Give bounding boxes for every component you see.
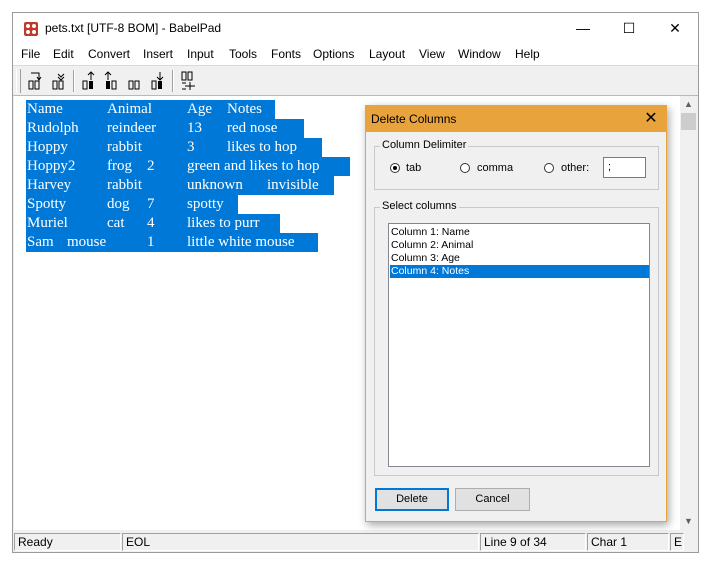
text-line: Muriel cat 4 likes to purr xyxy=(26,214,280,233)
comma-radio-label[interactable]: comma xyxy=(477,162,513,174)
maximize-button[interactable]: ☐ xyxy=(606,13,652,43)
menu-fonts[interactable]: Fonts xyxy=(271,47,301,61)
column-delimiter-label: Column Delimiter xyxy=(380,139,469,151)
toolbar-separator xyxy=(73,70,75,92)
list-item[interactable]: Column 1: Name xyxy=(390,226,649,239)
toolbar-grip[interactable] xyxy=(16,69,21,93)
babelpad-app-icon xyxy=(24,22,38,36)
menu-file[interactable]: File xyxy=(21,47,40,61)
select-columns-label: Select columns xyxy=(380,200,459,212)
add-columns-icon[interactable] xyxy=(177,69,199,93)
menu-convert[interactable]: Convert xyxy=(88,47,130,61)
move-column-top-icon[interactable] xyxy=(101,69,123,93)
menu-input[interactable]: Input xyxy=(187,47,214,61)
scroll-thumb[interactable] xyxy=(681,113,696,130)
text-line: Hoppy rabbit 3 likes to hop xyxy=(26,138,322,157)
insert-column-before-icon[interactable] xyxy=(24,69,46,93)
toolbar xyxy=(13,65,698,96)
list-item[interactable]: Column 2: Animal xyxy=(390,239,649,252)
dialog-title-bar: Delete Columns ✕ xyxy=(366,106,666,132)
menu-help[interactable]: Help xyxy=(515,47,540,61)
scroll-up-icon[interactable]: ▲ xyxy=(680,96,697,113)
text-line: Sam mouse 1 little white mouse xyxy=(26,233,318,252)
close-button[interactable]: ✕ xyxy=(652,13,698,43)
dialog-title: Delete Columns xyxy=(371,112,457,126)
minimize-button[interactable]: — xyxy=(560,13,606,43)
menu-bar: File Edit Convert Insert Input Tools Fon… xyxy=(13,45,698,65)
menu-view[interactable]: View xyxy=(419,47,445,61)
comma-radio[interactable] xyxy=(460,163,470,173)
title-bar: pets.txt [UTF-8 BOM] - BabelPad — ☐ ✕ xyxy=(13,13,698,45)
status-char: Char 1 xyxy=(587,533,669,551)
status-eol: EOL xyxy=(122,533,479,551)
scroll-down-icon[interactable]: ▼ xyxy=(680,513,697,530)
cancel-button[interactable]: Cancel xyxy=(455,488,530,511)
other-radio[interactable] xyxy=(544,163,554,173)
tab-radio-label[interactable]: tab xyxy=(406,162,421,174)
tab-radio[interactable] xyxy=(390,163,400,173)
menu-options[interactable]: Options xyxy=(313,47,354,61)
menu-tools[interactable]: Tools xyxy=(229,47,257,61)
other-radio-label[interactable]: other: xyxy=(561,162,589,174)
text-line: Spotty dog 7 spotty xyxy=(26,195,238,214)
menu-edit[interactable]: Edit xyxy=(53,47,74,61)
text-line: Rudolph reindeer 13 red nose xyxy=(26,119,304,138)
delete-button[interactable]: Delete xyxy=(375,488,449,511)
menu-window[interactable]: Window xyxy=(458,47,501,61)
columns-listbox[interactable]: Column 1: Name Column 2: Animal Column 3… xyxy=(388,223,650,467)
list-item-selected[interactable]: Column 4: Notes xyxy=(390,265,649,278)
dialog-close-icon[interactable]: ✕ xyxy=(640,108,662,130)
status-state: Ready xyxy=(14,533,121,551)
menu-insert[interactable]: Insert xyxy=(143,47,173,61)
text-line: Name Animal Age Notes xyxy=(26,100,275,119)
vertical-scrollbar[interactable]: ▲ ▼ xyxy=(680,96,697,530)
move-column-up-icon[interactable] xyxy=(78,69,100,93)
text-line: Hoppy2 frog 2 green and likes to hop xyxy=(26,157,350,176)
other-delimiter-input[interactable]: ; xyxy=(603,157,646,178)
list-item[interactable]: Column 3: Age xyxy=(390,252,649,265)
move-column-down-icon[interactable] xyxy=(147,69,169,93)
insert-column-after-icon[interactable] xyxy=(48,69,70,93)
window-title: pets.txt [UTF-8 BOM] - BabelPad xyxy=(45,21,222,35)
text-line: Harvey rabbit unknown invisible xyxy=(26,176,334,195)
status-bar: Ready EOL Line 9 of 34 Char 1 E xyxy=(13,532,698,552)
toolbar-separator xyxy=(172,70,174,92)
move-column-icon[interactable] xyxy=(124,69,146,93)
status-line: Line 9 of 34 xyxy=(480,533,586,551)
column-delimiter-group: Column Delimiter tab comma other: ; xyxy=(374,139,659,190)
status-extra: E xyxy=(670,533,684,551)
menu-layout[interactable]: Layout xyxy=(369,47,405,61)
delete-columns-dialog: Delete Columns ✕ Column Delimiter tab co… xyxy=(365,105,667,522)
